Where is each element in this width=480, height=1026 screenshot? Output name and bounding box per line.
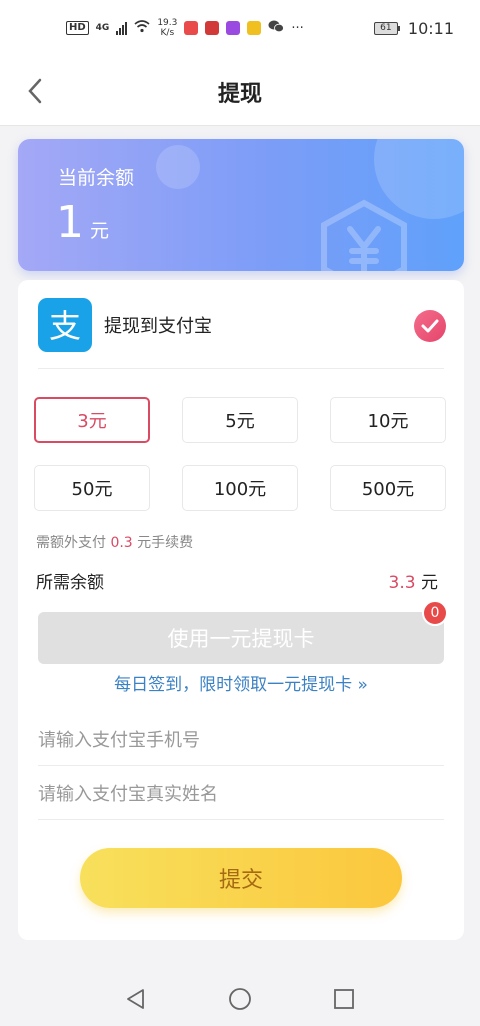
balance-label: 当前余额 (58, 167, 135, 189)
nav-home-button[interactable] (228, 987, 252, 1011)
divider (38, 368, 444, 369)
shopping-app-icon (247, 21, 262, 35)
decor-bubble (156, 145, 200, 189)
withdraw-card: 支 提现到支付宝 3元 5元 10元 50元 100元 500元 需额外支付 0… (18, 280, 464, 940)
wifi-icon (134, 19, 150, 37)
submit-button[interactable]: 提交 (80, 848, 402, 908)
page-title: 提现 (217, 82, 262, 107)
app-notification-icon (184, 21, 199, 35)
fee-prefix: 需额外支付 (36, 535, 106, 551)
alipay-name-input[interactable] (38, 770, 444, 820)
payment-method-label: 提现到支付宝 (104, 316, 212, 337)
nav-recents-button[interactable] (332, 987, 356, 1011)
amount-option-10[interactable]: 10元 (330, 397, 446, 443)
triangle-back-icon (127, 989, 144, 1009)
status-right: 61 10:11 (373, 18, 454, 38)
fee-value: 0.3 (110, 535, 133, 551)
use-card-button[interactable]: 使用一元提现卡 (38, 612, 444, 664)
amount-option-100[interactable]: 100元 (182, 465, 298, 511)
alipay-logo-char: 支 (49, 307, 81, 345)
nav-back-button[interactable] (124, 987, 148, 1011)
amount-option-50[interactable]: 50元 (34, 465, 150, 511)
balance-unit: 元 (90, 220, 110, 242)
card-count-badge: 0 (422, 600, 448, 626)
status-left: HD 4G 19.3 K/s ··· (66, 18, 304, 38)
network-type: 4G (95, 23, 110, 33)
balance-value: 1 (56, 197, 84, 248)
selected-check-icon (414, 310, 446, 342)
video-app-icon (226, 21, 241, 35)
clock: 10:11 (407, 18, 454, 38)
speed-value: 19.3 (157, 18, 178, 28)
amount-option-3[interactable]: 3元 (34, 397, 150, 443)
required-balance: 3.3 元 (389, 568, 438, 593)
signal-icon (116, 21, 128, 35)
alipay-logo-icon: 支 (38, 298, 92, 352)
news-app-icon (205, 21, 220, 35)
battery-level: 61 (373, 21, 398, 35)
system-nav-bar (0, 972, 480, 1026)
speed-unit: K/s (160, 28, 175, 38)
balance-card: 当前余额 1 元 (18, 139, 464, 271)
wechat-icon (268, 19, 285, 37)
circle-home-icon (229, 988, 251, 1010)
alipay-phone-input[interactable] (38, 716, 444, 766)
amount-option-5[interactable]: 5元 (182, 397, 298, 443)
required-balance-value: 3.3 (388, 573, 416, 593)
daily-signin-link[interactable]: 每日签到，限时领取一元提现卡 » (18, 670, 464, 695)
square-recents-icon (334, 989, 354, 1009)
payment-method-row[interactable]: 支 提现到支付宝 (38, 298, 446, 354)
amount-option-500[interactable]: 500元 (330, 465, 446, 511)
battery-icon: 61 (373, 21, 400, 35)
network-speed: 19.3 K/s (157, 18, 177, 38)
yen-icon (321, 199, 407, 271)
balance-amount: 1 元 (56, 197, 109, 248)
required-balance-label: 所需余额 (36, 573, 104, 593)
nav-header: 提现 (0, 56, 480, 126)
fee-suffix: 元手续费 (137, 535, 194, 551)
hd-badge: HD (66, 21, 89, 35)
required-balance-unit: 元 (421, 573, 438, 593)
fee-note: 需额外支付 0.3 元手续费 (36, 532, 193, 552)
more-notifications-icon: ··· (291, 20, 304, 36)
status-bar: HD 4G 19.3 K/s ··· 61 10:11 (0, 0, 480, 56)
